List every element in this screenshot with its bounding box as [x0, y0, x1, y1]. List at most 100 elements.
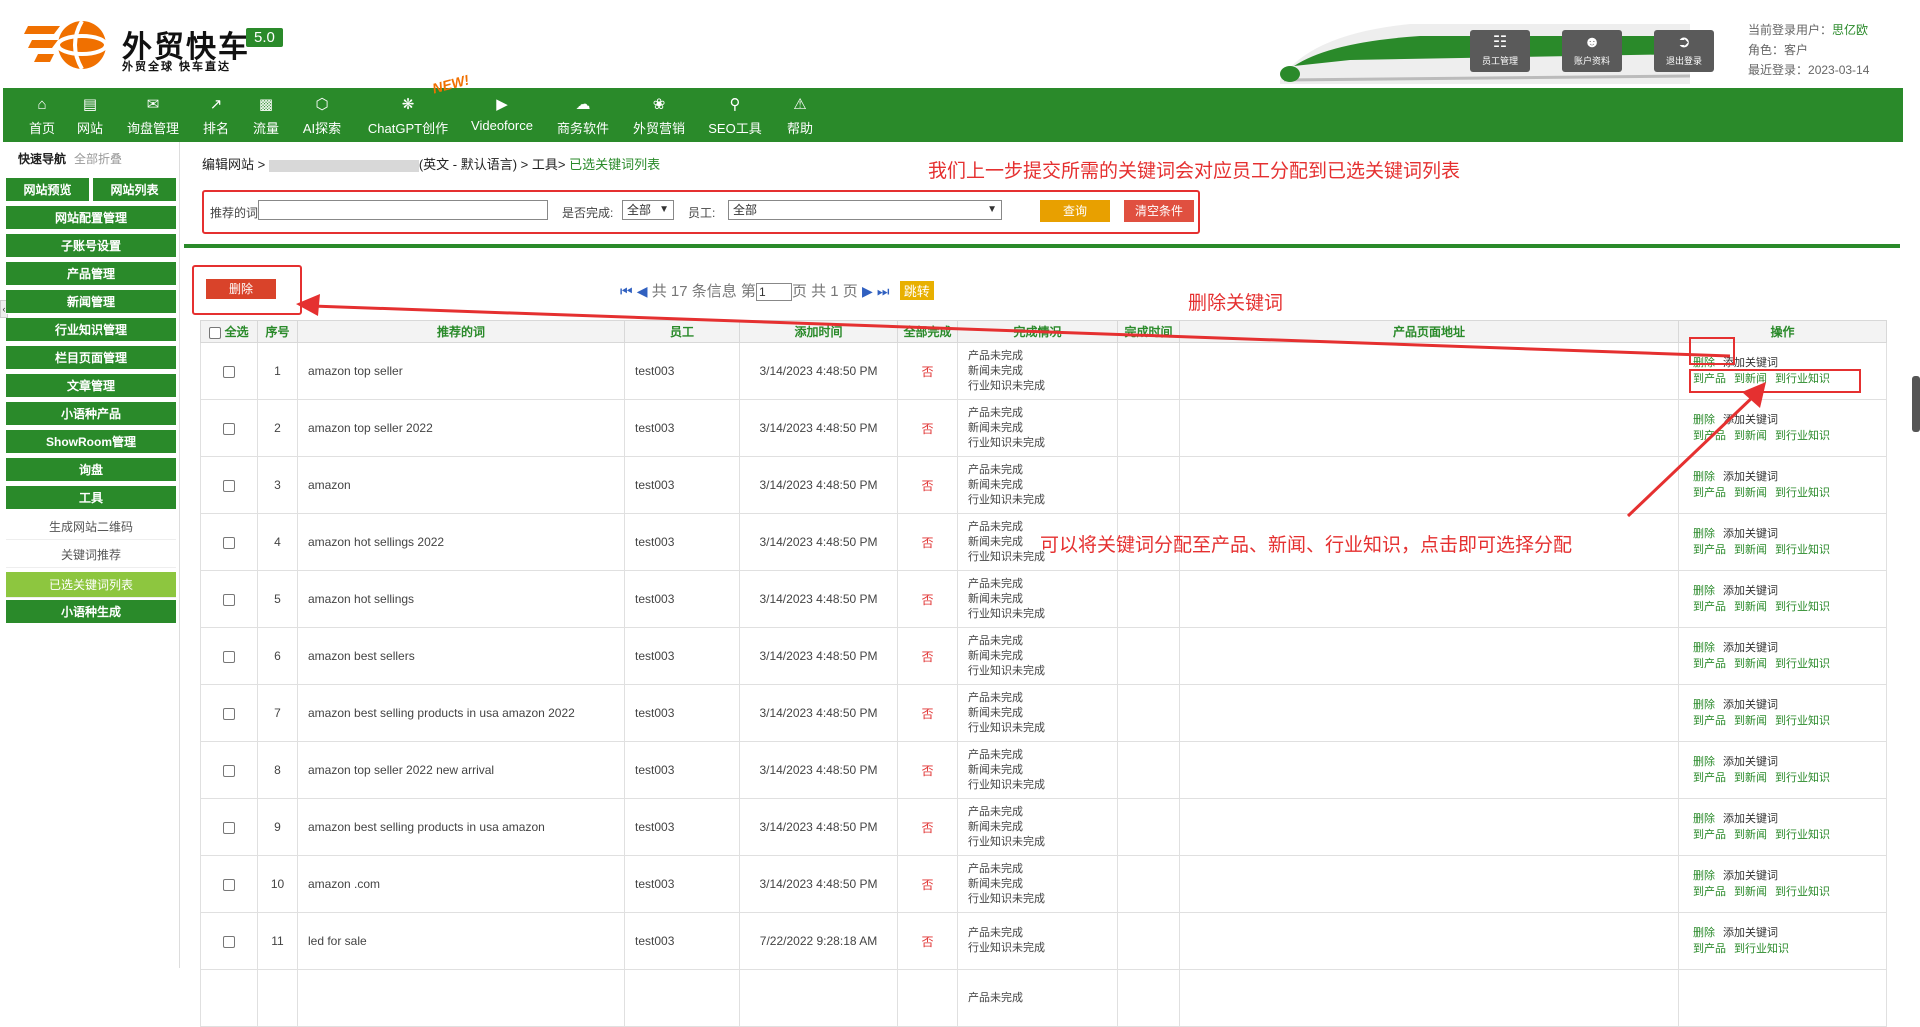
delete-link[interactable]: 删除 — [1693, 813, 1715, 825]
sidebar-sub-selected-keywords[interactable]: 已选关键词列表 — [6, 572, 176, 598]
staff-select[interactable]: 全部 ▼ — [728, 200, 1002, 220]
row-checkbox[interactable] — [223, 764, 235, 777]
to-industry-link[interactable]: 到行业知识 — [1775, 487, 1830, 499]
row-checkbox[interactable] — [223, 935, 235, 948]
to-industry-link[interactable]: 到行业知识 — [1775, 658, 1830, 670]
to-news-link[interactable]: 到新闻 — [1734, 373, 1767, 385]
sidebar-item-subaccount[interactable]: 子账号设置 — [6, 234, 176, 258]
delete-link[interactable]: 删除 — [1693, 870, 1715, 882]
add-keyword-link[interactable]: 添加关键词 — [1723, 927, 1778, 939]
nav-traffic[interactable]: ▩ 流量 — [247, 94, 285, 137]
to-news-link[interactable]: 到新闻 — [1734, 658, 1767, 670]
keyword-input[interactable] — [258, 200, 548, 220]
to-industry-link[interactable]: 到行业知识 — [1775, 715, 1830, 727]
breadcrumb-edit-site[interactable]: 编辑网站 > — [202, 157, 265, 172]
sidebar-sub-qrcode[interactable]: 生成网站二维码 — [6, 514, 176, 540]
row-checkbox[interactable] — [223, 593, 235, 606]
row-checkbox[interactable] — [223, 536, 235, 549]
delete-link[interactable]: 删除 — [1693, 528, 1715, 540]
sidebar-item-products[interactable]: 产品管理 — [6, 262, 176, 286]
to-industry-link[interactable]: 到行业知识 — [1775, 886, 1830, 898]
to-industry-link[interactable]: 到行业知识 — [1775, 772, 1830, 784]
nav-videoforce[interactable]: ▶ Videoforce — [467, 94, 537, 133]
row-checkbox[interactable] — [223, 479, 235, 492]
col-select-all[interactable]: 全选 — [200, 320, 258, 343]
delete-link[interactable]: 删除 — [1693, 642, 1715, 654]
delete-link[interactable]: 删除 — [1693, 756, 1715, 768]
sidebar-item-showroom[interactable]: ShowRoom管理 — [6, 430, 176, 454]
delete-link[interactable]: 删除 — [1693, 585, 1715, 597]
to-product-link[interactable]: 到产品 — [1693, 829, 1726, 841]
row-checkbox[interactable] — [223, 650, 235, 663]
page-input[interactable]: 1 — [755, 283, 792, 302]
add-keyword-link[interactable]: 添加关键词 — [1723, 414, 1778, 426]
done-select[interactable]: 全部 ▼ — [622, 200, 674, 220]
row-checkbox[interactable] — [223, 365, 235, 378]
last-page-icon[interactable]: ⏭ — [877, 283, 890, 299]
row-checkbox[interactable] — [223, 878, 235, 891]
select-all-checkbox[interactable] — [209, 326, 222, 339]
sidebar-item-articles[interactable]: 文章管理 — [6, 374, 176, 398]
delete-button[interactable]: 删除 — [206, 279, 276, 299]
to-news-link[interactable]: 到新闻 — [1734, 544, 1767, 556]
sidebar-item-minor-lang-gen[interactable]: 小语种生成 — [6, 600, 176, 624]
sidebar-item-tools[interactable]: 工具 — [6, 486, 176, 510]
to-news-link[interactable]: 到新闻 — [1734, 886, 1767, 898]
nav-inquiry[interactable]: ✉ 询盘管理 — [123, 94, 183, 137]
to-product-link[interactable]: 到产品 — [1693, 601, 1726, 613]
to-news-link[interactable]: 到新闻 — [1734, 772, 1767, 784]
add-keyword-link[interactable]: 添加关键词 — [1723, 813, 1778, 825]
nav-software[interactable]: ☁ 商务软件 — [553, 94, 613, 137]
add-keyword-link[interactable]: 添加关键词 — [1723, 642, 1778, 654]
sidebar-item-columns[interactable]: 栏目页面管理 — [6, 346, 176, 370]
to-product-link[interactable]: 到产品 — [1693, 886, 1726, 898]
to-industry-link[interactable]: 到行业知识 — [1775, 430, 1830, 442]
first-page-icon[interactable]: ⏮ — [620, 283, 633, 299]
row-checkbox[interactable] — [223, 707, 235, 720]
to-product-link[interactable]: 到产品 — [1693, 715, 1726, 727]
to-industry-link[interactable]: 到行业知识 — [1734, 943, 1789, 955]
sidebar-item-minor-lang[interactable]: 小语种产品 — [6, 402, 176, 426]
delete-link[interactable]: 删除 — [1693, 699, 1715, 711]
nav-seo[interactable]: ⚲ SEO工具 — [705, 94, 765, 137]
nav-marketing[interactable]: ❀ 外贸营销 — [629, 94, 689, 137]
add-keyword-link[interactable]: 添加关键词 — [1723, 357, 1778, 369]
add-keyword-link[interactable]: 添加关键词 — [1723, 471, 1778, 483]
add-keyword-link[interactable]: 添加关键词 — [1723, 585, 1778, 597]
to-product-link[interactable]: 到产品 — [1693, 943, 1726, 955]
add-keyword-link[interactable]: 添加关键词 — [1723, 699, 1778, 711]
nav-ranking[interactable]: ↗ 排名 — [197, 94, 235, 137]
add-keyword-link[interactable]: 添加关键词 — [1723, 528, 1778, 540]
to-product-link[interactable]: 到产品 — [1693, 544, 1726, 556]
next-page-icon[interactable]: ▶ — [862, 283, 873, 299]
collapse-all-link[interactable]: 全部折叠 — [74, 152, 122, 166]
to-industry-link[interactable]: 到行业知识 — [1775, 601, 1830, 613]
sidebar-item-site-config[interactable]: 网站配置管理 — [6, 206, 176, 230]
to-industry-link[interactable]: 到行业知识 — [1775, 829, 1830, 841]
row-checkbox[interactable] — [223, 821, 235, 834]
to-news-link[interactable]: 到新闻 — [1734, 715, 1767, 727]
sidebar-sub-keyword-recommend[interactable]: 关键词推荐 — [6, 542, 176, 568]
delete-link[interactable]: 删除 — [1693, 471, 1715, 483]
to-product-link[interactable]: 到产品 — [1693, 658, 1726, 670]
to-product-link[interactable]: 到产品 — [1693, 772, 1726, 784]
to-news-link[interactable]: 到新闻 — [1734, 829, 1767, 841]
add-keyword-link[interactable]: 添加关键词 — [1723, 870, 1778, 882]
nav-website[interactable]: ▤ 网站 — [71, 94, 109, 137]
row-checkbox[interactable] — [223, 422, 235, 435]
sidebar-item-industry[interactable]: 行业知识管理 — [6, 318, 176, 342]
query-button[interactable]: 查询 — [1040, 200, 1110, 222]
site-preview-button[interactable]: 网站预览 — [6, 178, 89, 202]
sidebar-item-news[interactable]: 新闻管理 — [6, 290, 176, 314]
logout-button[interactable]: ➲ 退出登录 — [1654, 30, 1714, 72]
delete-link[interactable]: 删除 — [1693, 414, 1715, 426]
sidebar-item-inquiry[interactable]: 询盘 — [6, 458, 176, 482]
delete-link[interactable]: 删除 — [1693, 927, 1715, 939]
prev-page-icon[interactable]: ◀ — [637, 283, 648, 299]
to-product-link[interactable]: 到产品 — [1693, 430, 1726, 442]
add-keyword-link[interactable]: 添加关键词 — [1723, 756, 1778, 768]
to-news-link[interactable]: 到新闻 — [1734, 430, 1767, 442]
jump-button[interactable]: 跳转 — [899, 281, 934, 300]
to-news-link[interactable]: 到新闻 — [1734, 487, 1767, 499]
nav-home[interactable]: ⌂ 首页 — [23, 94, 61, 137]
